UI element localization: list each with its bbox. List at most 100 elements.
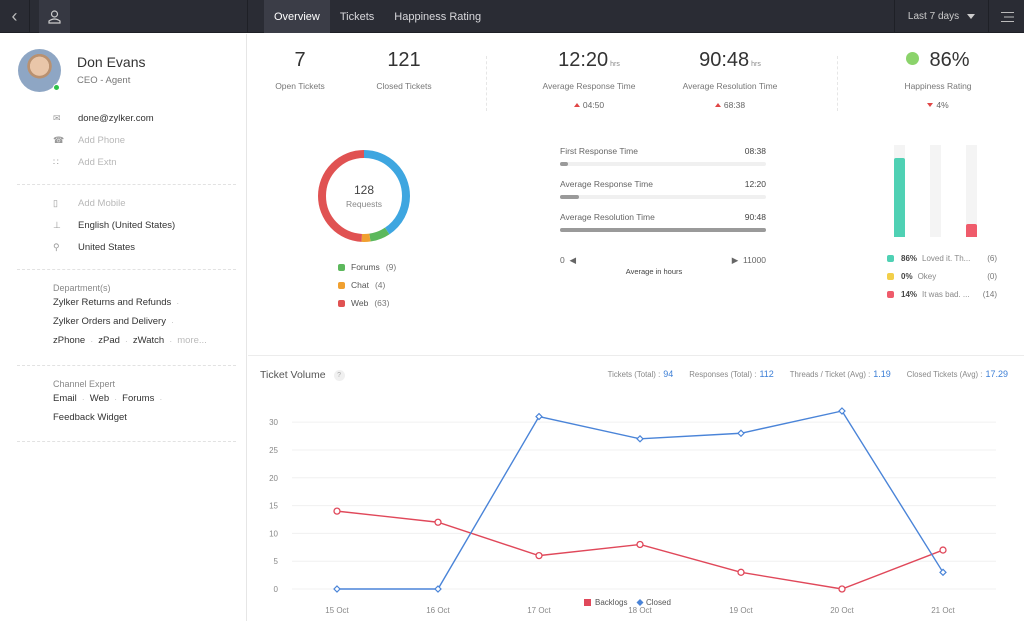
language-row: ⊥ English (United States) [53,218,175,232]
avatar[interactable] [18,49,61,92]
happiness-bar-bad[interactable] [966,145,977,237]
data-point-backlogs[interactable] [434,518,442,526]
location-pin-icon: ⚲ [53,241,60,252]
happiness-legend-okey[interactable]: 0% Okey (0) [887,272,997,281]
happiness-delta: 4% [888,100,988,110]
hours-axis: 0 ◀ ▶ 11000 [560,255,766,266]
legend-item-forums[interactable]: Forums (9) [338,262,396,272]
happiness-stat: 86% Happiness Rating 4% [888,49,988,110]
x-tick-label: 16 Oct [426,606,450,615]
bar-average-resolution: Average Resolution Time 90:48 [560,212,766,232]
tab-tickets[interactable]: Tickets [330,0,384,33]
avg-response-delta: 04:50 [534,100,644,110]
data-point-backlogs[interactable] [333,507,341,515]
department-item[interactable]: Zylker Orders and Delivery [53,316,166,327]
hamburger-menu-icon [1000,11,1014,22]
open-tickets-value: 7 [294,49,306,71]
donut-center: 128 Requests [316,148,412,244]
mobile-row: ▯ Add Mobile [53,196,126,210]
response-time-bars: First Response Time 08:38 Average Respons… [560,146,766,245]
back-button[interactable]: ‹ [0,0,30,33]
legend-swatch [338,263,345,271]
product-item[interactable]: zWatch [133,335,164,346]
phone-row: ☎ Add Phone [53,133,125,147]
menu-button[interactable] [990,0,1024,33]
separator-dot: · [176,297,180,308]
mail-icon: ✉ [53,112,61,123]
happiness-legend-loved[interactable]: 86% Loved it. Th... (6) [887,254,997,263]
legend-swatch-backlogs[interactable] [584,599,591,606]
closed-tickets-stat[interactable]: 121 Closed Tickets [366,49,442,91]
axis-max[interactable]: ▶ 11000 [732,255,766,266]
divider [247,0,248,33]
ticket-volume-title: Ticket Volume [260,369,326,381]
summary-tickets-total: Tickets (Total) :94 [607,369,674,379]
legend-swatch-closed[interactable] [636,599,644,606]
separator-dot: · [124,335,128,346]
more-link[interactable]: more... [177,335,207,346]
legend-label-closed[interactable]: Closed [646,598,671,607]
divider [17,184,236,185]
separator-dot: · [169,335,173,346]
avg-response-stat: 12:20 hrs Average Response Time 04:50 [534,49,644,110]
tab-happiness-rating[interactable]: Happiness Rating [384,0,491,33]
tab-overview[interactable]: Overview [264,0,330,33]
trend-up-icon [714,103,721,107]
help-icon[interactable]: ? [333,369,345,381]
channel-item: Forums [122,393,155,404]
requests-total: 128 [353,183,375,197]
y-tick-label: 30 [269,418,278,427]
product-item[interactable]: zPhone [53,335,85,346]
data-point-backlogs[interactable] [535,551,543,560]
x-tick-label: 21 Oct [931,606,955,615]
department-item[interactable]: Zylker Returns and Refunds [53,297,171,308]
happiness-legend-bad[interactable]: 14% It was bad. ... (14) [887,290,997,299]
user-profile-button[interactable] [39,0,70,33]
y-tick-label: 0 [274,585,279,594]
separator-dot: · [90,335,94,346]
happiness-bar-loved[interactable] [894,145,905,237]
trend-down-icon [927,103,934,107]
product-item[interactable]: zPad [98,335,120,346]
online-status-indicator [53,84,60,91]
divider [17,269,236,270]
legend-label-backlogs[interactable]: Backlogs [595,598,627,607]
data-point-closed[interactable] [636,434,644,443]
x-tick-label: 20 Oct [830,606,854,615]
ticket-volume-summary: Tickets (Total) :94 Responses (Total) :1… [608,369,1008,379]
ticket-volume-line-chart: 0 5 10 15 20 25 30 15 Oct 16 Oct 17 Oct 18 Oct 19 O… [269,407,996,615]
trend-up-icon [573,103,580,107]
add-extn-field[interactable]: Add Extn [78,157,117,168]
country-row: ⚲ United States [53,240,135,254]
date-range-dropdown[interactable]: Last 7 days [894,0,989,33]
add-mobile-field[interactable]: Add Mobile [78,198,126,209]
divider [17,365,236,366]
separator-dot: · [114,393,118,404]
x-tick-label: 18 Oct [628,606,652,615]
ticket-volume-header: Ticket Volume ? [260,369,345,381]
data-point-closed[interactable] [434,585,442,593]
requests-label: Requests [346,199,382,209]
legend-item-chat[interactable]: Chat (4) [338,280,385,290]
legend-item-web[interactable]: Web (63) [338,298,389,308]
data-point-backlogs[interactable] [939,546,947,554]
add-phone-field[interactable]: Add Phone [78,135,125,146]
data-point-backlogs[interactable] [636,540,644,549]
data-point-backlogs[interactable] [838,585,846,593]
keypad-icon: ∷ [53,156,59,167]
axis-min[interactable]: 0 ◀ [560,255,576,266]
requests-donut-chart: 128 Requests [316,148,412,244]
open-tickets-stat[interactable]: 7 Open Tickets [268,49,332,91]
data-point-closed[interactable] [737,429,745,438]
avg-response-label: Average Response Time [542,81,636,91]
happiness-bar-fill [894,157,905,237]
y-tick-label: 15 [269,502,278,511]
summary-threads-per-ticket: Threads / Ticket (Avg) :1.19 [789,369,891,379]
data-point-closed[interactable] [535,412,543,421]
closed-tickets-label: Closed Tickets [376,81,432,91]
language-icon: ⊥ [53,219,61,230]
email-value[interactable]: done@zylker.com [78,113,154,124]
data-point-backlogs[interactable] [737,568,745,576]
happiness-bar-okey[interactable] [930,145,941,237]
data-point-closed[interactable] [333,585,341,593]
